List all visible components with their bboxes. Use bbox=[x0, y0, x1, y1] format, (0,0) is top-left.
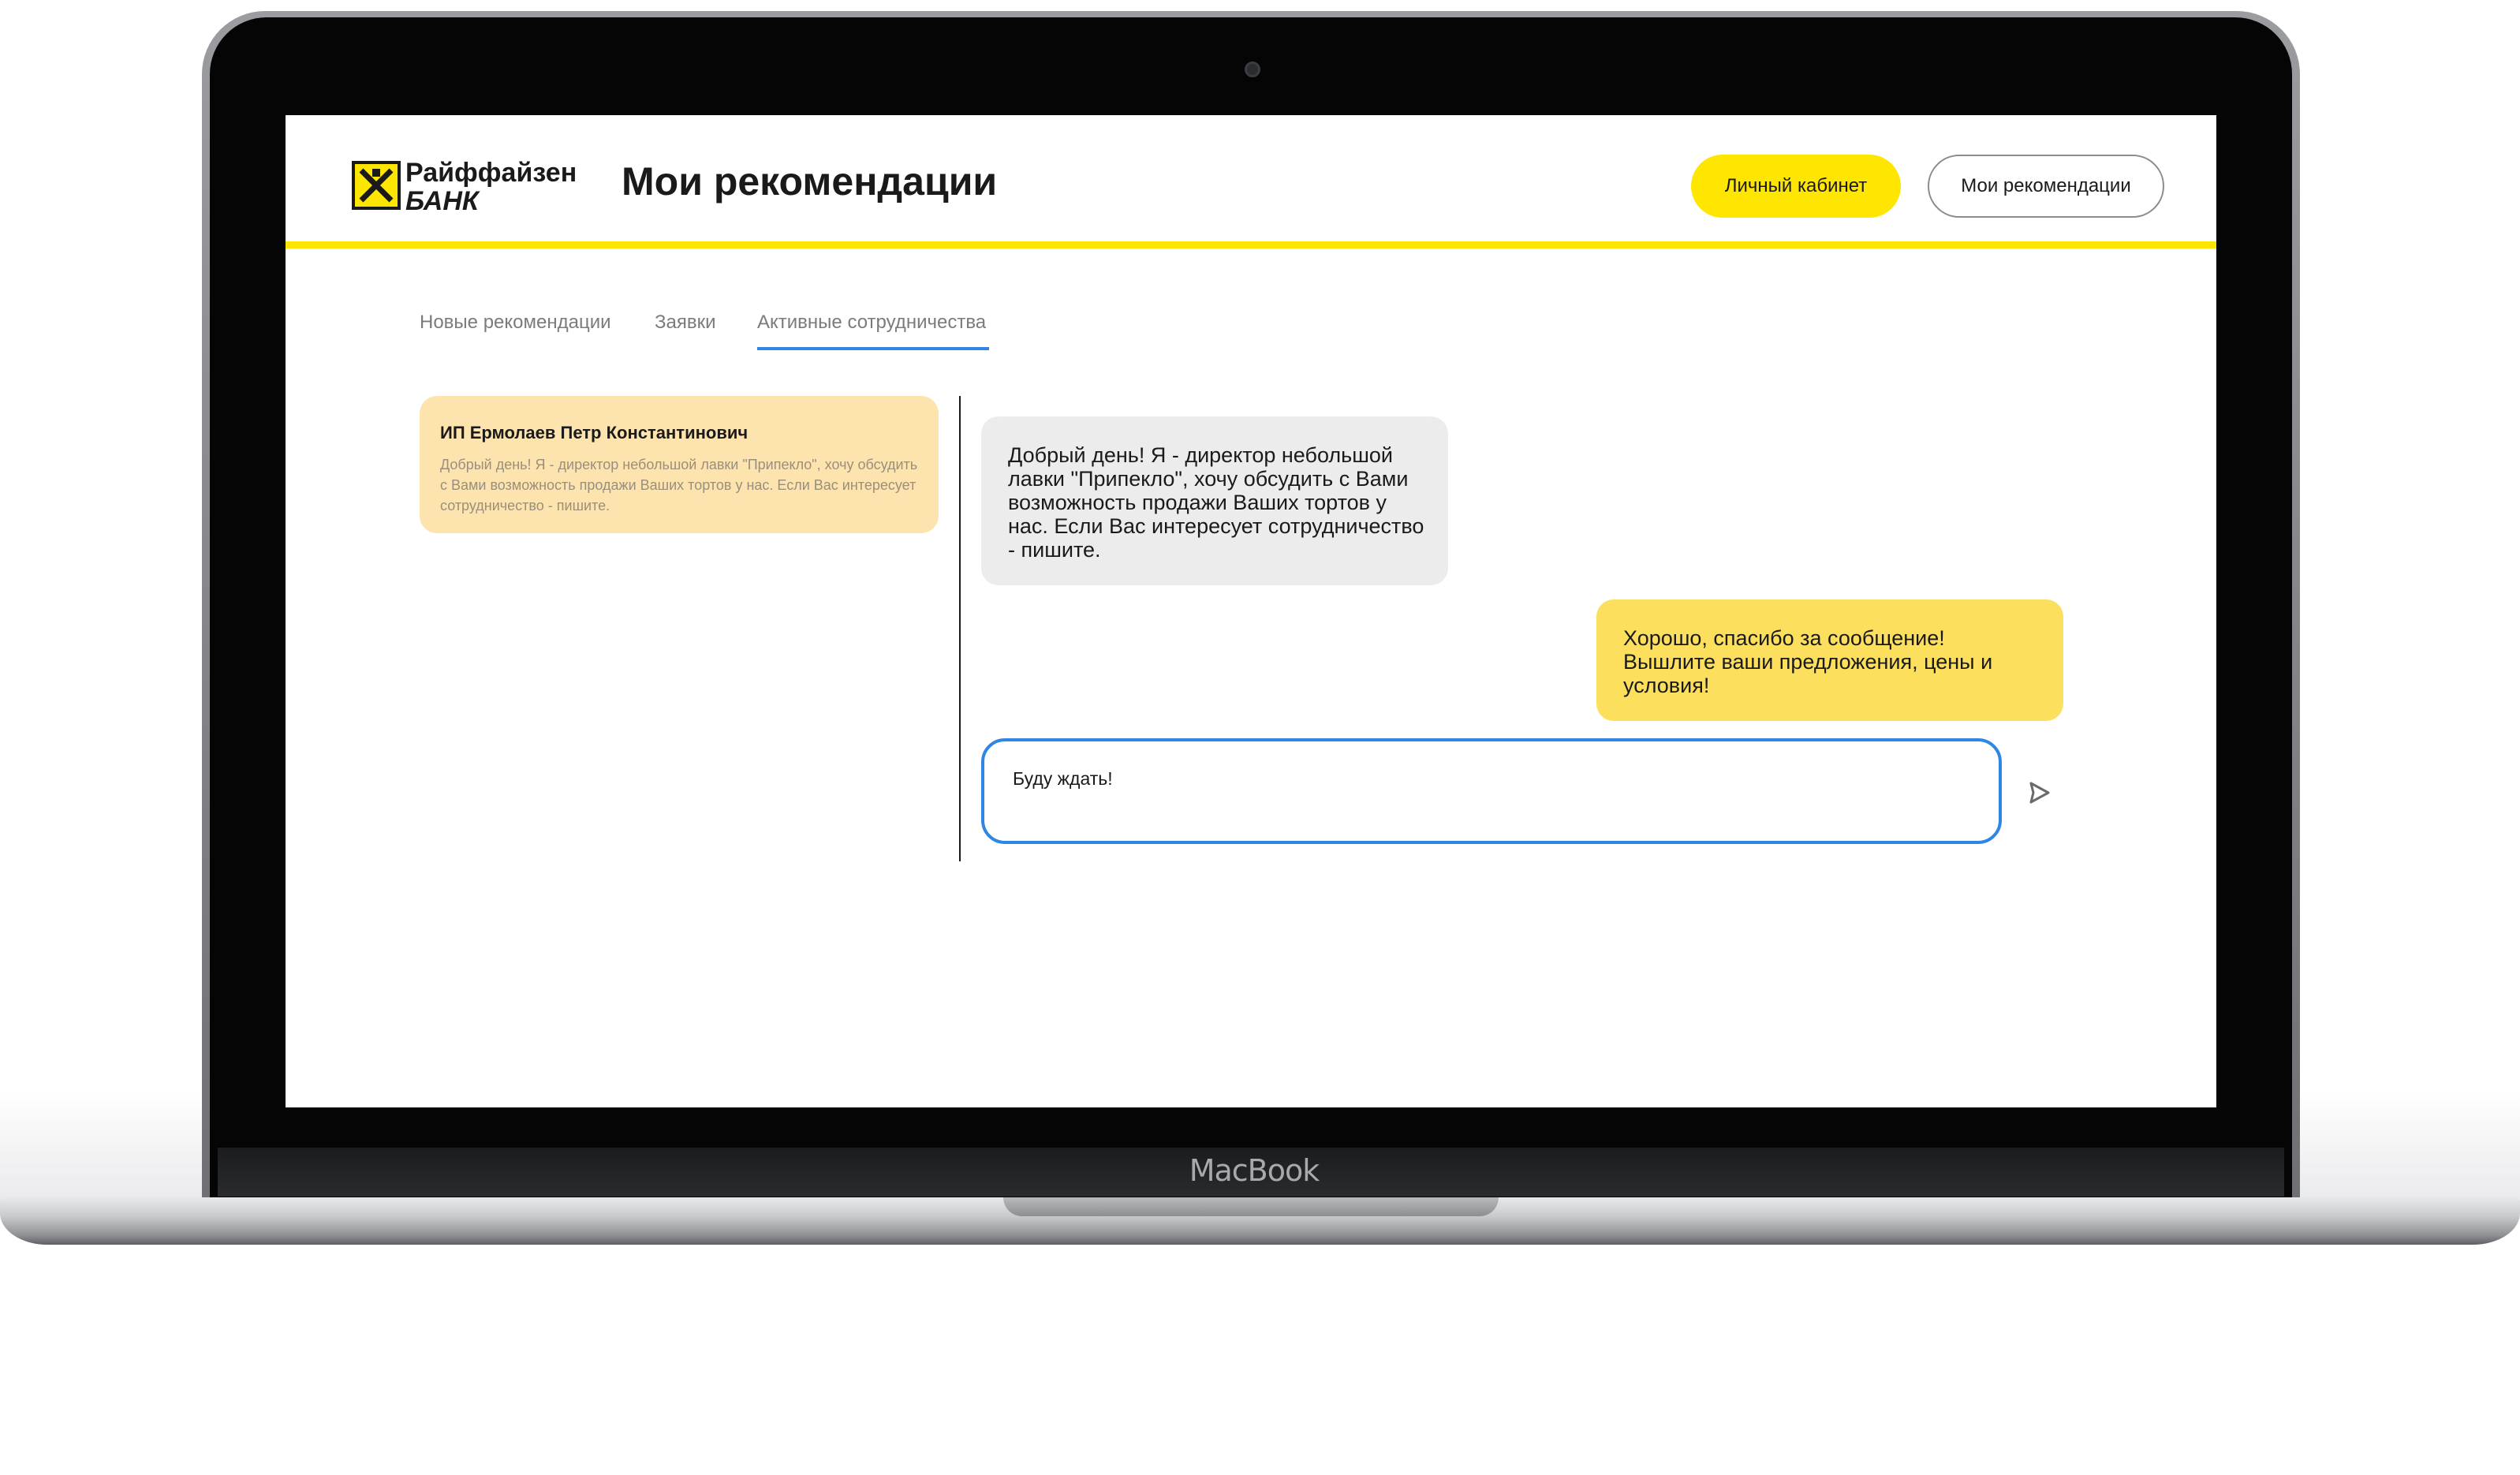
device-brand-label: MacBook bbox=[1189, 1153, 1320, 1188]
message-input[interactable] bbox=[981, 738, 2002, 844]
incoming-message: Добрый день! Я - директор небольшой лавк… bbox=[981, 416, 1448, 585]
laptop-mockup: MacBook Райффайзен БАНК Мои рекомендации… bbox=[0, 0, 2520, 1475]
header-accent-line bbox=[286, 241, 2216, 248]
app-header: Райффайзен БАНК Мои рекомендации Личный … bbox=[286, 115, 2216, 248]
conversation-name: ИП Ермолаев Петр Константинович bbox=[440, 423, 749, 442]
logo-subtitle: БАНК bbox=[405, 186, 479, 216]
page-title: Мои рекомендации bbox=[622, 159, 998, 204]
active-tab-indicator bbox=[757, 347, 989, 350]
personal-account-button[interactable]: Личный кабинет bbox=[1691, 155, 1901, 218]
conversation-item[interactable]: ИП Ермолаев Петр Константинович Добрый д… bbox=[420, 396, 939, 533]
tab-new-recommendations[interactable]: Новые рекомендации bbox=[420, 311, 611, 334]
laptop-notch bbox=[1003, 1197, 1499, 1216]
outgoing-message: Хорошо, спасибо за сообщение! Вышлите ва… bbox=[1596, 599, 2063, 721]
conversation-preview: Добрый день! Я - директор небольшой лавк… bbox=[440, 457, 918, 513]
tab-active-partnerships[interactable]: Активные сотрудничества bbox=[757, 311, 986, 334]
panel-divider bbox=[959, 396, 961, 861]
send-arrow-icon[interactable] bbox=[2019, 773, 2059, 812]
camera-icon bbox=[1245, 62, 1260, 77]
app-screen: Райффайзен БАНК Мои рекомендации Личный … bbox=[286, 115, 2216, 1107]
my-recommendations-button[interactable]: Мои рекомендации bbox=[1928, 155, 2164, 218]
tab-applications[interactable]: Заявки bbox=[655, 311, 716, 334]
raiffeisen-crossed-gables-icon[interactable] bbox=[352, 161, 401, 210]
logo-name: Райффайзен bbox=[405, 158, 577, 188]
